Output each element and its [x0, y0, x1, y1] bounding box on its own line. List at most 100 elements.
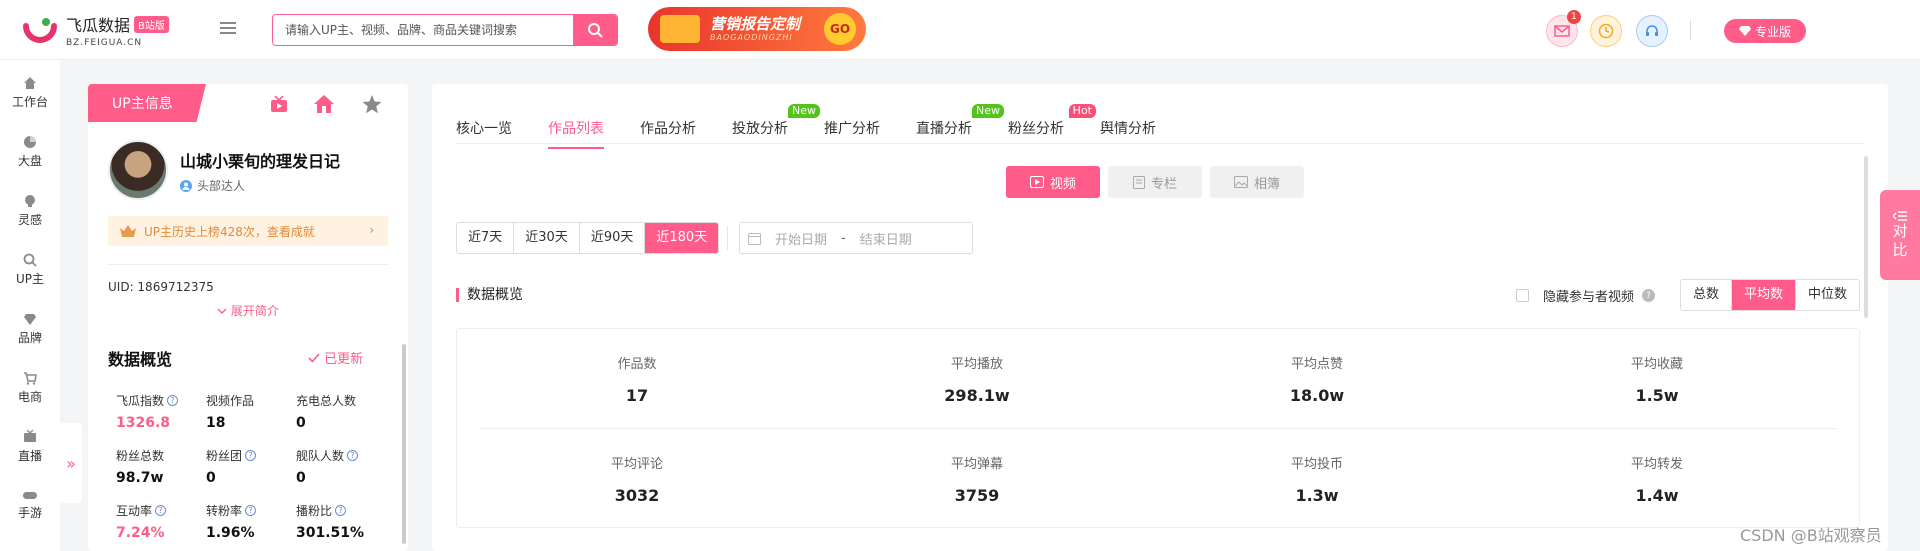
- stat-label: 舰队人数: [296, 449, 345, 463]
- profile-scrollbar[interactable]: [402, 344, 406, 544]
- hide-participants-option[interactable]: 隐藏参与者视频 ?: [1516, 286, 1656, 305]
- metric-avg-comments: 平均评论 3032: [467, 453, 807, 505]
- nav-item-inspiration[interactable]: 灵感: [0, 194, 60, 228]
- left-nav: 工作台 大盘 灵感 UP主 品牌 电商 直播 手游: [0, 60, 60, 551]
- start-date-input[interactable]: 开始日期: [775, 229, 827, 248]
- metric-value: 3032: [614, 486, 660, 505]
- avatar[interactable]: [108, 140, 168, 200]
- up-name[interactable]: 山城小栗旬的理发日记: [180, 148, 340, 172]
- support-button[interactable]: [1636, 15, 1668, 47]
- promo-go-button[interactable]: GO: [824, 13, 856, 45]
- help-icon[interactable]: ?: [1642, 289, 1656, 302]
- metric-value: 18.0w: [1289, 386, 1345, 405]
- end-date-input[interactable]: 结束日期: [860, 229, 912, 248]
- metric-label: 平均收藏: [1630, 357, 1683, 372]
- nav-item-market[interactable]: 大盘: [0, 135, 60, 169]
- metric-avg-shares: 平均转发 1.4w: [1487, 453, 1827, 505]
- content-type-label: 专栏: [1150, 176, 1177, 192]
- compare-button[interactable]: 对 比: [1880, 190, 1920, 280]
- hide-participants-checkbox[interactable]: [1516, 289, 1529, 302]
- message-button[interactable]: 1: [1546, 10, 1581, 47]
- range-90-days[interactable]: 近90天: [579, 223, 646, 253]
- tv-icon: [24, 430, 36, 442]
- expand-intro-label: 展开简介: [230, 304, 279, 318]
- pro-version-label: 专业版: [1754, 24, 1791, 39]
- stat-label: 飞瓜指数: [116, 394, 165, 408]
- range-30-days[interactable]: 近30天: [514, 223, 580, 253]
- tab-works-analysis[interactable]: 作品分析: [640, 118, 696, 138]
- hot-badge: Hot: [1068, 104, 1096, 118]
- promo-banner[interactable]: 营销报告定制 BAOGAODINGZHI GO: [648, 7, 866, 51]
- watermark: CSDN @B站观察员: [1740, 526, 1882, 545]
- tab-promotion-analysis[interactable]: 推广分析: [824, 118, 880, 138]
- aggregate-total[interactable]: 总数: [1681, 280, 1733, 310]
- tab-core-overview[interactable]: 核心一览: [456, 118, 512, 138]
- expand-intro-link[interactable]: 展开简介: [88, 302, 408, 319]
- range-180-days[interactable]: 近180天: [645, 223, 719, 253]
- content-type-column[interactable]: 专栏: [1108, 166, 1202, 198]
- tab-label: 作品分析: [640, 121, 696, 137]
- help-icon[interactable]: ?: [245, 505, 257, 516]
- stat-label: 播粉比: [296, 504, 333, 518]
- range-7-days[interactable]: 近7天: [457, 223, 515, 253]
- hide-participants-label: 隐藏参与者视频: [1543, 290, 1635, 305]
- logo-name: 飞瓜数据: [66, 16, 131, 35]
- content-type-video[interactable]: 视频: [1006, 166, 1100, 198]
- tab-placement-analysis[interactable]: 投放分析 New: [732, 104, 820, 138]
- menu-toggle-icon[interactable]: [220, 22, 236, 36]
- tab-sentiment-analysis[interactable]: 舆情分析: [1100, 118, 1156, 138]
- aggregate-median[interactable]: 中位数: [1796, 280, 1860, 310]
- search-input[interactable]: [273, 15, 573, 45]
- stat-fleet: 舰队人数? 0: [296, 447, 386, 486]
- nav-item-up[interactable]: UP主: [0, 253, 60, 287]
- nav-item-mobile-games[interactable]: 手游: [0, 489, 60, 521]
- nav-label: 电商: [17, 390, 42, 404]
- metric-value: 298.1w: [944, 386, 1010, 405]
- content-type-album[interactable]: 相簿: [1210, 166, 1304, 198]
- help-icon[interactable]: ?: [335, 505, 347, 516]
- tab-live-analysis[interactable]: 直播分析 New: [916, 104, 1004, 138]
- metric-avg-favorites: 平均收藏 1.5w: [1487, 353, 1827, 405]
- stat-value: 1.96%: [206, 525, 255, 541]
- date-range-picker[interactable]: 开始日期 - 结束日期: [739, 222, 973, 254]
- tab-works-list[interactable]: 作品列表: [548, 118, 604, 149]
- metric-label: 平均点赞: [1290, 357, 1343, 372]
- logo[interactable]: 飞瓜数据 B站版 BZ.FEIGUA.CN: [22, 12, 169, 48]
- aggregate-average[interactable]: 平均数: [1732, 280, 1797, 310]
- nav-item-brand[interactable]: 品牌: [0, 312, 60, 346]
- tv-icon[interactable]: [270, 96, 288, 114]
- stat-label: 粉丝总数: [116, 449, 165, 463]
- metric-label: 平均投币: [1290, 457, 1343, 472]
- pro-version-button[interactable]: 专业版: [1724, 19, 1806, 43]
- up-info-tab[interactable]: UP主信息: [88, 84, 206, 122]
- nav-item-live[interactable]: 直播: [0, 430, 60, 464]
- help-icon[interactable]: ?: [245, 450, 257, 461]
- expand-sidebar-button[interactable]: »: [60, 423, 82, 503]
- stat-value: 0: [296, 415, 306, 431]
- nav-label: UP主: [15, 272, 45, 286]
- nav-item-workbench[interactable]: 工作台: [0, 76, 60, 110]
- stat-interaction-rate: 互动率? 7.24%: [116, 502, 206, 541]
- compare-list-icon: [1893, 211, 1907, 221]
- stat-value: 98.7w: [116, 470, 164, 486]
- main-scrollbar[interactable]: [1864, 156, 1868, 318]
- tab-label: 粉丝分析: [1008, 121, 1064, 137]
- help-icon[interactable]: ?: [155, 505, 167, 516]
- star-icon[interactable]: [362, 95, 382, 114]
- help-icon[interactable]: ?: [347, 450, 359, 461]
- history-button[interactable]: [1590, 15, 1622, 47]
- new-badge: New: [972, 104, 1004, 118]
- help-icon[interactable]: ?: [167, 395, 179, 406]
- search-button[interactable]: [573, 15, 617, 45]
- nav-item-ecommerce[interactable]: 电商: [0, 371, 60, 405]
- section-title: 数据概览: [456, 288, 523, 302]
- home-icon[interactable]: [314, 95, 334, 113]
- tab-label: 投放分析: [732, 121, 788, 137]
- new-badge: New: [788, 104, 820, 118]
- message-count-badge: 1: [1567, 10, 1581, 24]
- stat-label: 粉丝团: [206, 449, 243, 463]
- stat-conversion-rate: 转粉率? 1.96%: [206, 502, 296, 541]
- tab-fans-analysis[interactable]: 粉丝分析 Hot: [1008, 104, 1096, 138]
- history-rank-bar[interactable]: UP主历史上榜428次，查看成就 ›: [108, 216, 388, 246]
- stat-value: 18: [206, 415, 226, 431]
